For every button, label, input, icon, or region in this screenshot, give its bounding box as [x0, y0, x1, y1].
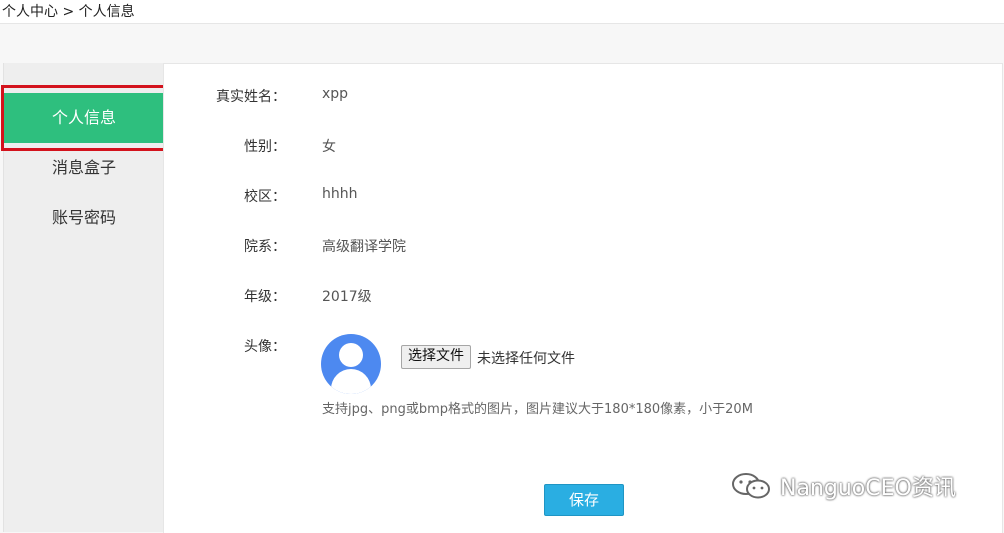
sidebar-item-personal-info[interactable]: 个人信息 [4, 93, 164, 143]
file-status-text: 未选择任何文件 [477, 351, 575, 367]
department-value: 高级翻译学院 [322, 239, 406, 255]
sidebar-item-label: 个人信息 [51, 108, 116, 127]
breadcrumb-bar: 个人中心 > 个人信息 [0, 0, 1004, 24]
gender-value: 女 [322, 139, 336, 155]
user-head-icon [339, 343, 363, 367]
grade-label: 年级： [244, 289, 286, 305]
breadcrumb: 个人中心 > 个人信息 [2, 4, 135, 20]
avatar [321, 334, 381, 394]
profile-form: 真实姓名： xpp 性别： 女 校区： hhhh 院系： 高级翻译学院 年级： … [163, 63, 1003, 533]
department-label: 院系： [244, 239, 286, 255]
wechat-icon [732, 473, 770, 499]
grade-row: 年级： 2017级 [164, 286, 964, 308]
real-name-label: 真实姓名： [216, 89, 286, 105]
sidebar: 个人信息 消息盒子 账号密码 [3, 63, 164, 532]
real-name-value: xpp [322, 86, 349, 102]
avatar-label: 头像： [244, 339, 286, 355]
avatar-hint: 支持jpg、png或bmp格式的图片，图片建议大于180*180像素，小于20M [322, 402, 753, 417]
watermark: NanguoCEO资讯 [730, 470, 956, 502]
real-name-row: 真实姓名： xpp [164, 86, 964, 108]
campus-label: 校区： [244, 189, 286, 205]
sidebar-item-label: 账号密码 [51, 208, 116, 227]
user-body-icon [331, 369, 371, 394]
save-button[interactable]: 保存 [544, 484, 624, 516]
sidebar-item-account-password[interactable]: 账号密码 [4, 193, 164, 243]
sidebar-item-label: 消息盒子 [51, 158, 116, 177]
campus-row: 校区： hhhh [164, 186, 964, 208]
sidebar-item-message-box[interactable]: 消息盒子 [4, 143, 164, 193]
department-row: 院系： 高级翻译学院 [164, 236, 964, 258]
watermark-text: NanguoCEO资讯 [780, 476, 956, 501]
gender-row: 性别： 女 [164, 136, 964, 158]
grade-value: 2017级 [322, 289, 372, 305]
gender-label: 性别： [244, 139, 286, 155]
campus-value: hhhh [322, 186, 358, 202]
choose-file-button[interactable]: 选择文件 [401, 345, 471, 369]
